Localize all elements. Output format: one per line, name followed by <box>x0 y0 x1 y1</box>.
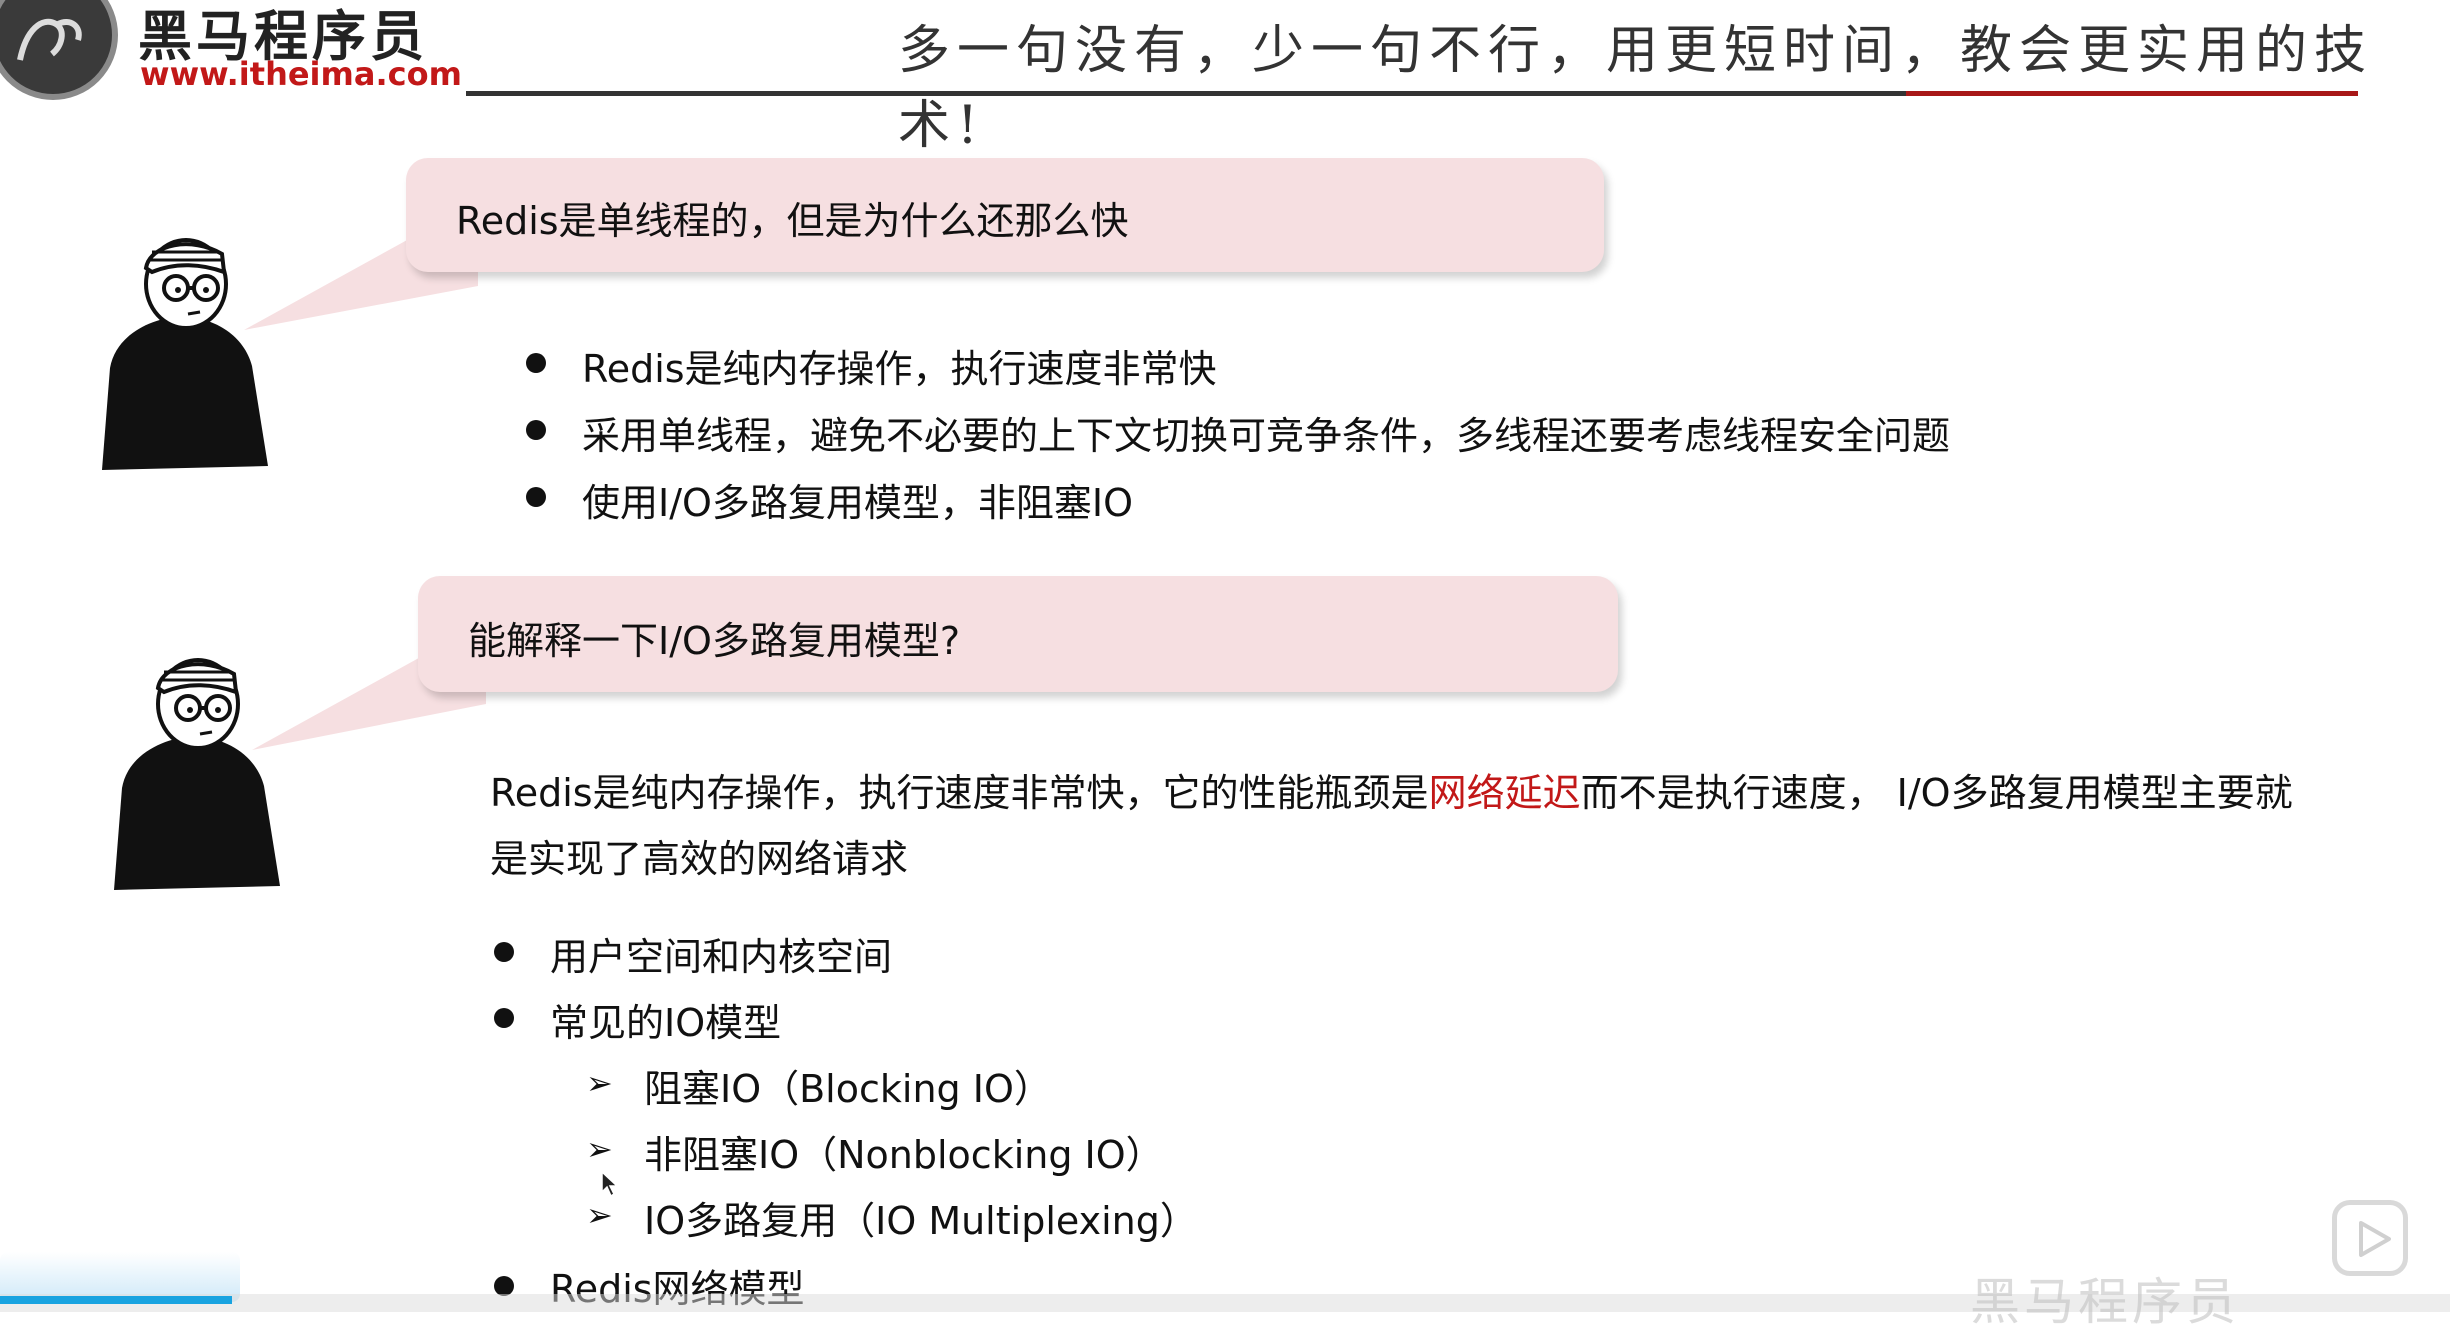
list-item: 使用I/O多路复用模型，非阻塞IO <box>582 481 1134 525</box>
bullet-dot <box>526 487 546 507</box>
play-button[interactable] <box>2332 1200 2408 1276</box>
sub-list-item: 非阻塞IO（Nonblocking IO） <box>644 1133 1164 1177</box>
speech-bubble-1: Redis是单线程的，但是为什么还那么快 <box>406 158 1604 272</box>
explanation-text: 而不是执行速度， I/O多路复用模型主要就 <box>1580 771 2293 815</box>
speech-bubble-2: 能解释一下I/O多路复用模型? <box>418 576 1618 692</box>
sub-list-item: 阻塞IO（Blocking IO） <box>644 1067 1052 1111</box>
arrow-bullet-icon: ➢ <box>586 1196 613 1234</box>
video-progress-fill[interactable] <box>0 1296 232 1304</box>
slogan: 多一句没有，少一句不行，用更短时间，教会更实用的技术! <box>898 21 2374 156</box>
brand-url: www.itheima.com <box>140 55 462 93</box>
highlight-network-latency: 网络延迟 <box>1428 771 1581 815</box>
question-1: Redis是单线程的，但是为什么还那么快 <box>456 199 1129 243</box>
list-item: Redis是纯内存操作，执行速度非常快 <box>582 347 1217 391</box>
arrow-bullet-icon: ➢ <box>586 1064 613 1102</box>
mouse-cursor-icon <box>601 1170 619 1198</box>
explanation-line-2: 是实现了高效的网络请求 <box>490 837 909 881</box>
explanation-text: Redis是纯内存操作，执行速度非常快，它的性能瓶颈是 <box>490 771 1429 815</box>
bullet-dot <box>494 1276 514 1296</box>
list-item: 用户空间和内核空间 <box>550 935 893 979</box>
sub-list-item: IO多路复用（IO Multiplexing） <box>644 1199 1198 1243</box>
bullet-dot <box>494 942 514 962</box>
arrow-bullet-icon: ➢ <box>586 1130 613 1168</box>
watermark: 黑马程序员 <box>1970 1273 2240 1331</box>
list-item: 采用单线程，避免不必要的上下文切换可竞争条件，多线程还要考虑线程安全问题 <box>582 414 1951 458</box>
question-2: 能解释一下I/O多路复用模型? <box>468 619 961 663</box>
header-divider-accent <box>1906 91 2358 96</box>
bullet-dot <box>526 353 546 373</box>
brand-logo-icon <box>0 0 118 100</box>
list-item: 常见的IO模型 <box>550 1001 782 1045</box>
bullet-dot <box>494 1008 514 1028</box>
explanation-line-1: Redis是纯内存操作，执行速度非常快，它的性能瓶颈是网络延迟而不是执行速度， … <box>490 762 2293 817</box>
bullet-dot <box>526 420 546 440</box>
play-icon <box>2359 1221 2391 1257</box>
